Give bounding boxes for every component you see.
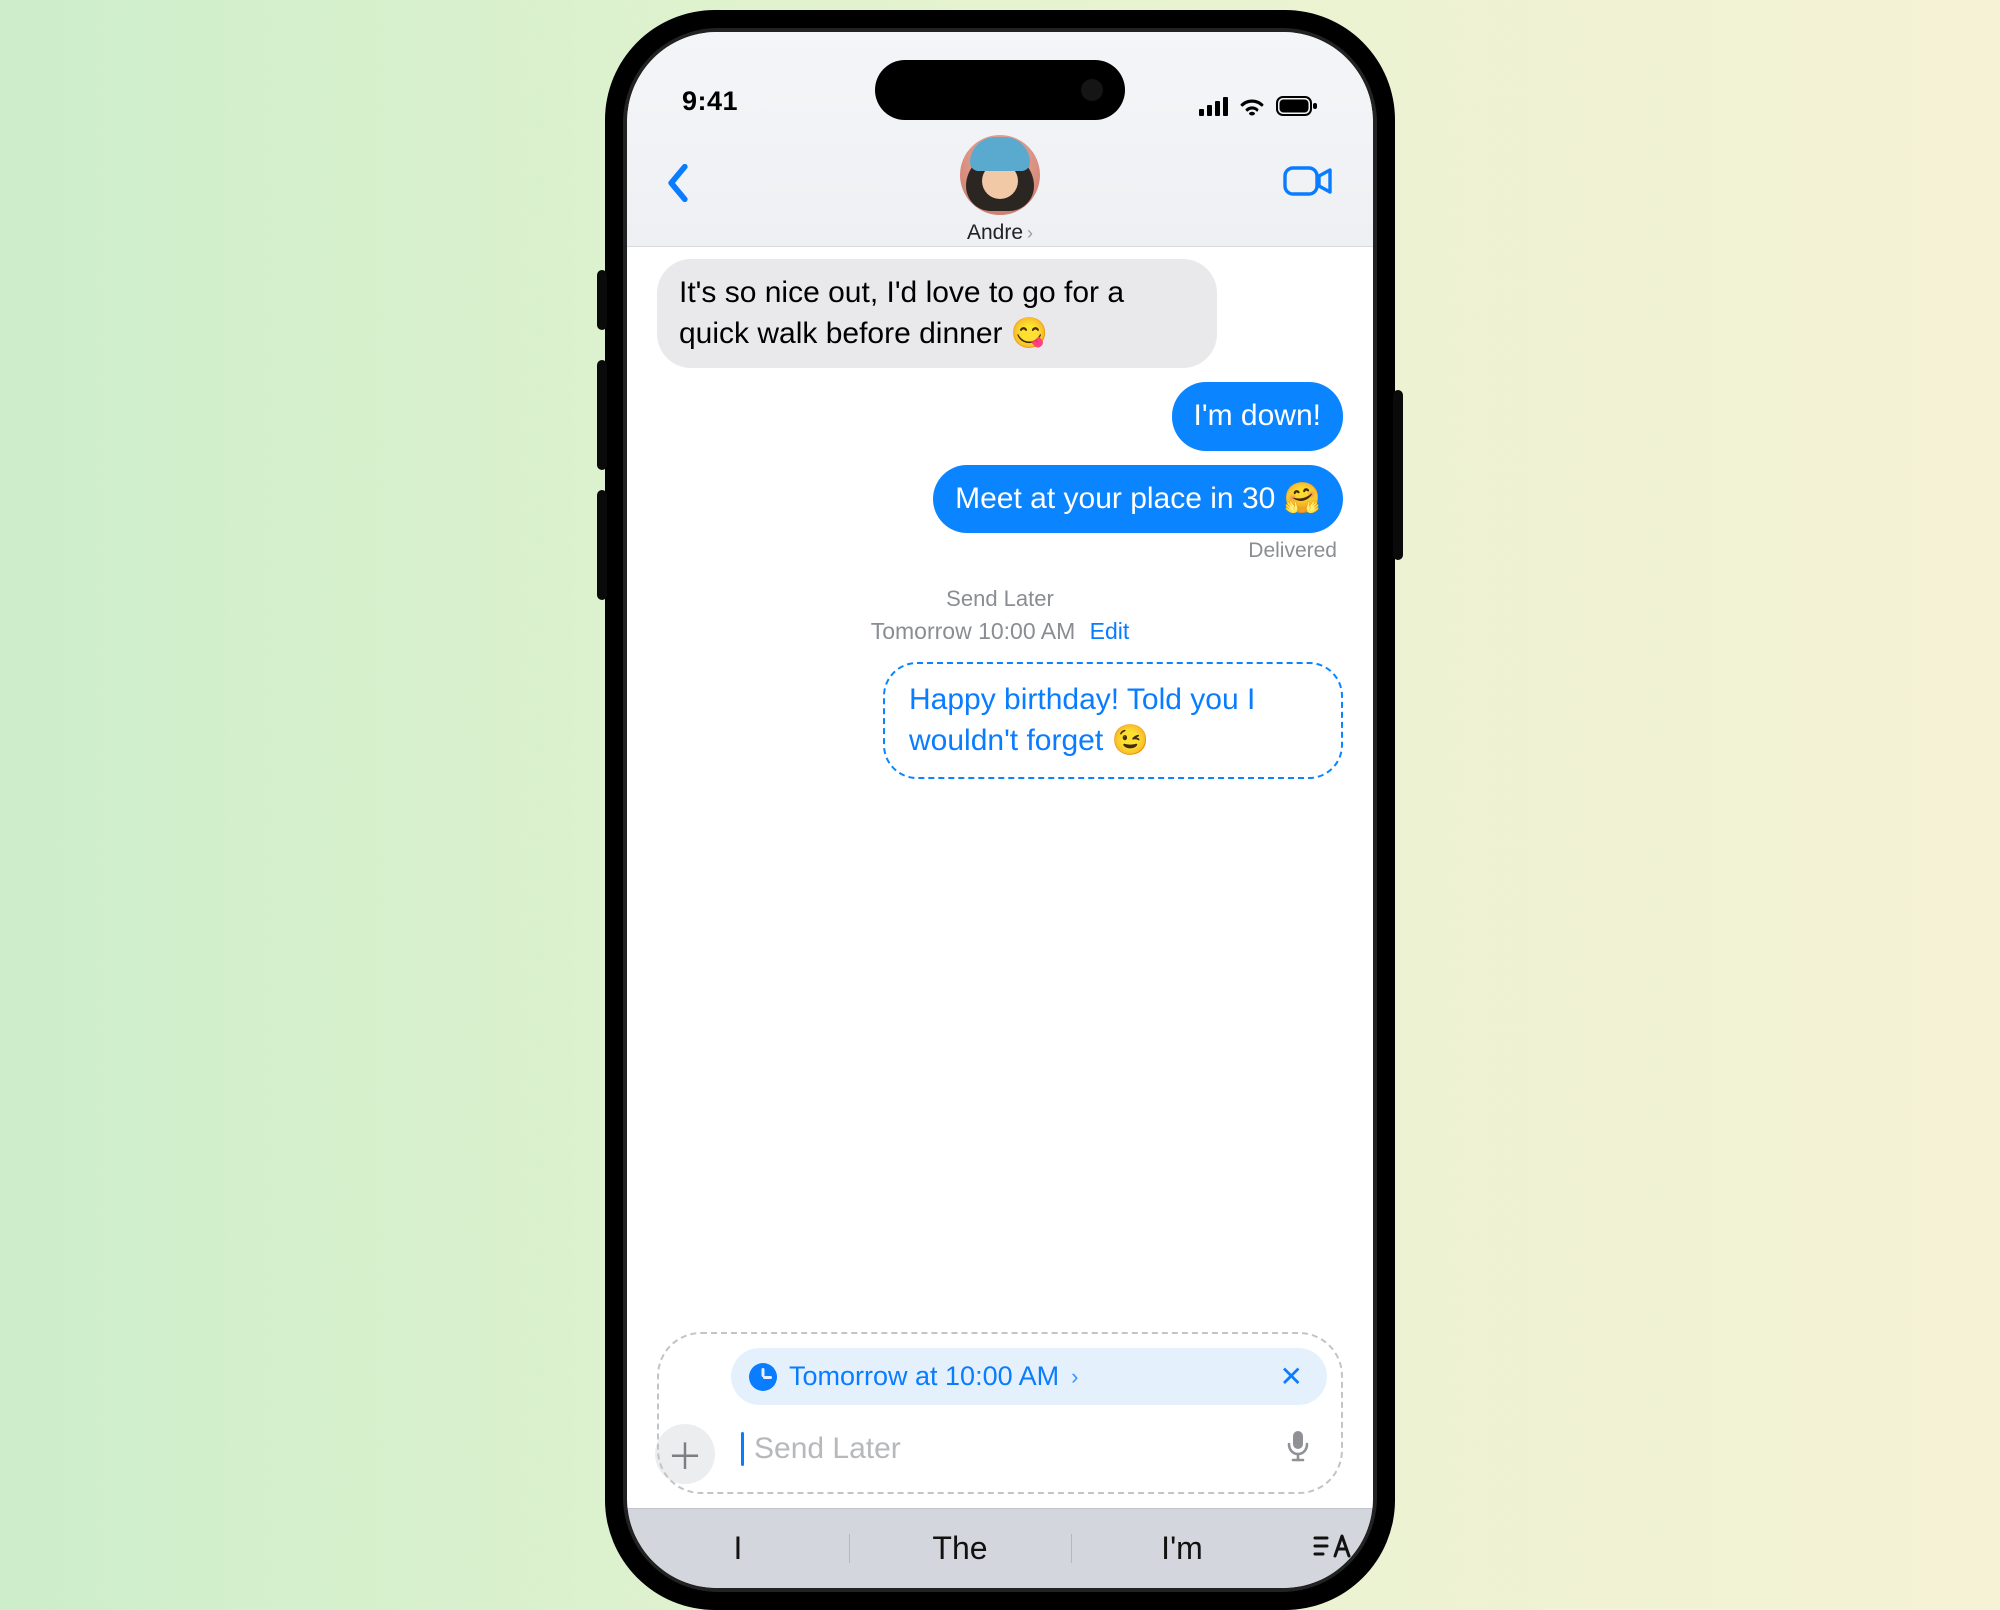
- dynamic-island: [875, 60, 1125, 120]
- keyboard-suggestion[interactable]: I: [627, 1520, 849, 1577]
- clock-icon: [749, 1363, 777, 1391]
- status-time: 9:41: [682, 86, 738, 117]
- outgoing-message[interactable]: Meet at your place in 30 🤗: [933, 465, 1343, 534]
- wifi-icon: [1238, 95, 1266, 117]
- cancel-schedule-button[interactable]: ✕: [1274, 1360, 1309, 1393]
- send-later-time: Tomorrow 10:00 AM: [871, 618, 1076, 644]
- dictation-button[interactable]: [1285, 1429, 1311, 1468]
- status-icons: [1199, 95, 1318, 117]
- chevron-right-icon: ›: [1071, 1364, 1078, 1390]
- compose-area: ＋ Tomorrow at 10:00 AM › ✕ Send Later: [627, 1332, 1373, 1508]
- avatar: [960, 135, 1040, 215]
- cellular-signal-icon: [1199, 96, 1228, 116]
- screen: 9:41: [627, 32, 1373, 1588]
- keyboard-suggestion[interactable]: The: [849, 1520, 1071, 1577]
- back-button[interactable]: [657, 154, 699, 212]
- schedule-pill-text: Tomorrow at 10:00 AM: [789, 1361, 1059, 1392]
- keyboard-suggestion[interactable]: I'm: [1071, 1520, 1293, 1577]
- scheduled-message[interactable]: Happy birthday! Told you I wouldn't forg…: [883, 662, 1343, 779]
- message-input-placeholder: Send Later: [754, 1432, 1275, 1466]
- schedule-pill[interactable]: Tomorrow at 10:00 AM › ✕: [731, 1348, 1327, 1405]
- phone-frame: 9:41: [605, 10, 1395, 1610]
- contact-name: Andre: [967, 221, 1023, 245]
- conversation-header: Andre ›: [627, 127, 1373, 247]
- power-button: [1393, 390, 1403, 560]
- keyboard-text-format-button[interactable]: [1293, 1531, 1373, 1566]
- send-later-label: Send Later: [871, 583, 1130, 615]
- message-input[interactable]: Send Later: [731, 1419, 1327, 1478]
- conversation-scroll[interactable]: It's so nice out, I'd love to go for a q…: [627, 247, 1373, 1332]
- send-later-header: Send Later Tomorrow 10:00 AM Edit: [871, 583, 1130, 648]
- chevron-right-icon: ›: [1027, 223, 1033, 244]
- facetime-button[interactable]: [1273, 154, 1343, 213]
- contact-info[interactable]: Andre ›: [960, 135, 1040, 245]
- edit-schedule-button[interactable]: Edit: [1090, 618, 1130, 644]
- delivery-status: Delivered: [1248, 539, 1343, 563]
- outgoing-message[interactable]: I'm down!: [1172, 382, 1343, 451]
- compose-dashed-container: Tomorrow at 10:00 AM › ✕ Send Later: [657, 1332, 1343, 1494]
- incoming-message[interactable]: It's so nice out, I'd love to go for a q…: [657, 259, 1217, 368]
- keyboard-suggestion-bar: I The I'm: [627, 1508, 1373, 1588]
- mute-switch: [597, 270, 607, 330]
- volume-up-button: [597, 360, 607, 470]
- volume-down-button: [597, 490, 607, 600]
- text-caret: [741, 1432, 744, 1466]
- battery-icon: [1276, 95, 1318, 117]
